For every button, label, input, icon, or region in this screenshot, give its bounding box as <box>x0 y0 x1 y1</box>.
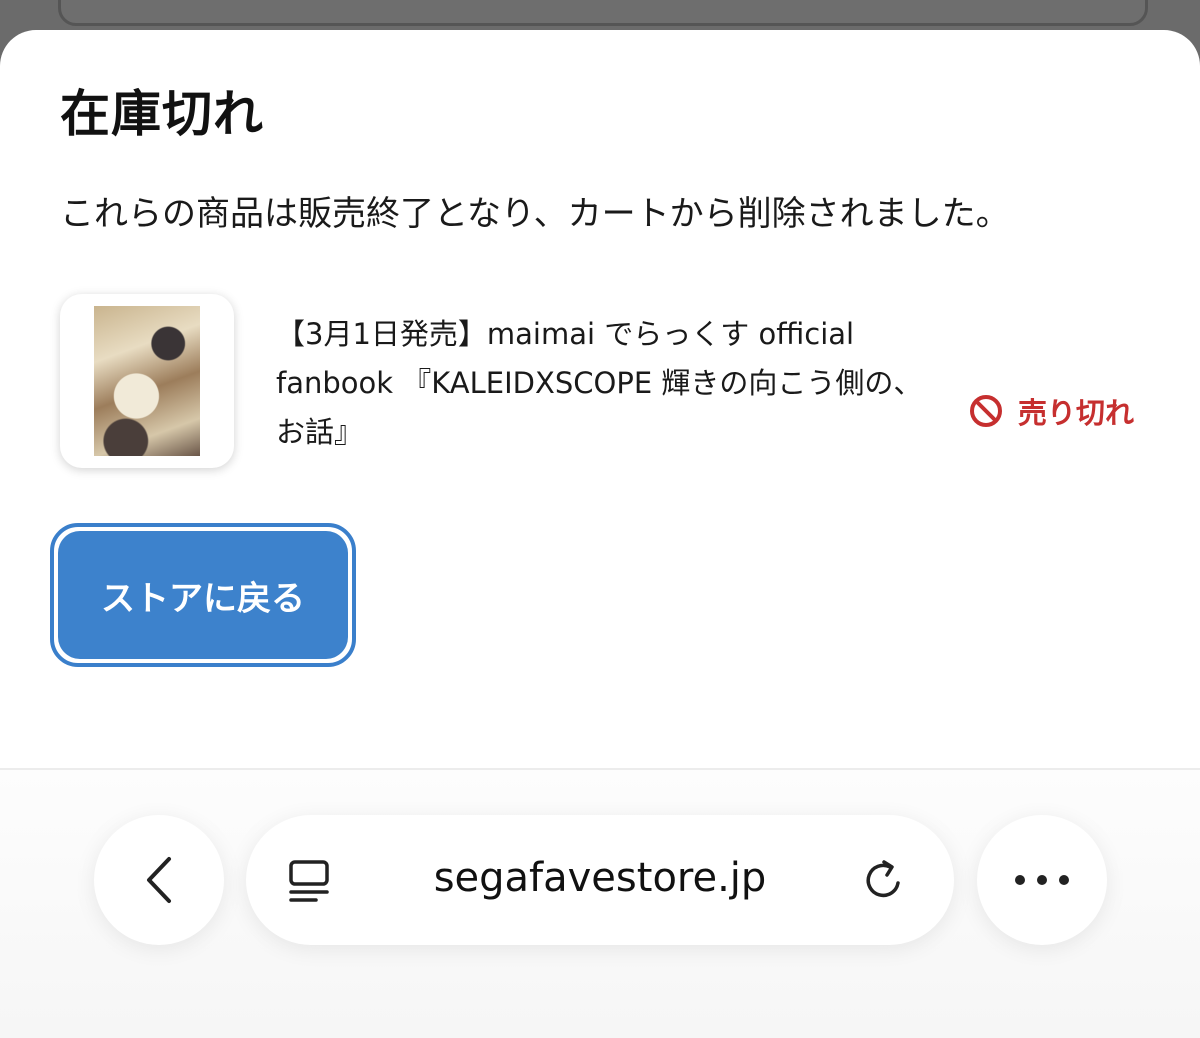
back-chevron-icon <box>147 857 171 903</box>
more-icon <box>1015 875 1069 885</box>
address-bar[interactable]: segafavestore.jp <box>246 815 954 945</box>
url-text: segafavestore.jp <box>433 855 767 901</box>
dialog-message: これらの商品は販売終了となり、カートから削除されました。 <box>60 194 1010 234</box>
soldout-badge: 売り切れ <box>968 390 1134 432</box>
dialog-title: 在庫切れ <box>60 85 264 143</box>
product-name: 【3月1日発売】maimai でらっくす official fanbook 『K… <box>276 317 923 449</box>
reload-icon[interactable] <box>862 857 908 903</box>
back-to-store-label: ストアに戻る <box>58 531 348 659</box>
product-thumbnail <box>60 294 234 468</box>
more-button[interactable] <box>977 815 1107 945</box>
product-cover-image <box>94 306 200 456</box>
back-to-store-button[interactable]: ストアに戻る <box>50 523 356 667</box>
soldout-label: 売り切れ <box>1018 396 1135 430</box>
ban-icon <box>970 395 1002 427</box>
back-button[interactable] <box>94 815 224 945</box>
background-page-bar <box>58 0 1148 26</box>
browser-toolbar: segafavestore.jp <box>0 770 1200 1038</box>
